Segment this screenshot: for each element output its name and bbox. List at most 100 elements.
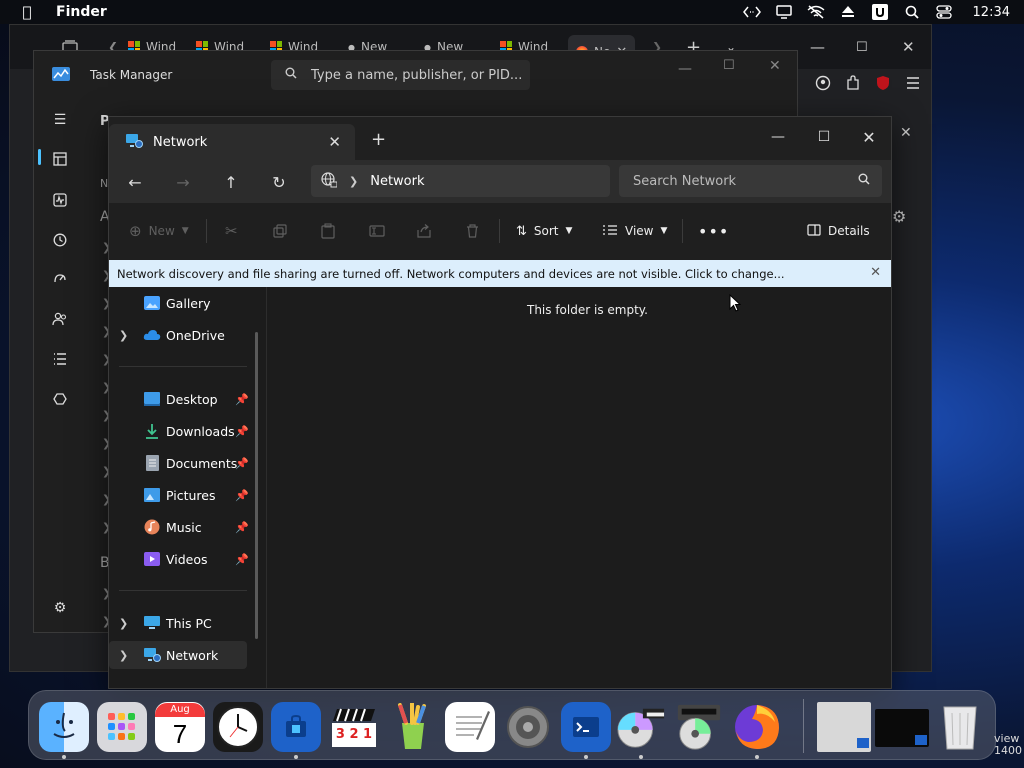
clock-app-icon[interactable] [213,702,263,752]
minimized-window-thumbnail[interactable] [875,709,929,747]
nav-item-desktop[interactable]: Desktop 📌 [109,385,249,413]
speaker-icon[interactable] [503,702,553,752]
explorer-tab[interactable]: Network ✕ [109,124,355,160]
hamburger-menu-icon[interactable]: ☰ [48,108,72,132]
dock-separator [803,699,804,753]
paste-icon[interactable] [321,220,335,242]
gear-icon[interactable]: ⚙ [892,207,906,226]
pin-icon[interactable]: 📌 [235,553,249,566]
minimize-icon[interactable]: — [810,35,825,59]
account-icon[interactable] [815,75,831,94]
search-input[interactable]: Search Network [619,165,882,197]
details-list-icon[interactable] [48,347,72,371]
pin-icon[interactable]: 📌 [235,521,249,534]
u-app-icon[interactable] [871,4,889,20]
cloud-icon [143,327,161,343]
eject-icon[interactable] [839,4,857,20]
refresh-icon[interactable]: ↻ [266,170,292,194]
trash-icon[interactable] [935,702,985,752]
task-manager-titlebar: Task Manager Type a name, publisher, or … [34,51,797,97]
network-discovery-info-bar[interactable]: Network discovery and file sharing are t… [109,260,891,287]
minimized-window-thumbnail[interactable] [817,702,871,752]
code-icon[interactable] [742,4,761,20]
close-icon[interactable]: ✕ [855,123,883,151]
maximize-icon[interactable]: ☐ [856,35,868,59]
details-pane-icon [807,223,821,239]
breadcrumb-network[interactable]: Network [370,174,424,189]
terminal-icon[interactable] [561,702,611,752]
search-icon[interactable] [903,4,921,20]
paint-brushes-icon[interactable] [387,702,437,752]
back-arrow-icon[interactable]: ← [122,170,148,194]
launchpad-icon[interactable] [97,702,147,752]
nav-item-onedrive[interactable]: ❯ OneDrive [109,321,249,349]
ublock-icon[interactable] [875,75,891,94]
up-arrow-icon[interactable]: ↑ [218,170,244,194]
more-options-icon[interactable]: ••• [698,220,729,242]
users-icon[interactable] [48,307,72,331]
address-bar[interactable]: ❯ Network [311,165,610,197]
browser-panel-close-icon[interactable]: ✕ [900,125,912,141]
forward-arrow-icon[interactable]: → [170,170,196,194]
disc-burner-icon[interactable] [616,702,666,752]
minimize-icon[interactable]: — [764,123,792,151]
nav-item-pictures[interactable]: Pictures 📌 [109,481,249,509]
new-tab-icon[interactable]: + [371,129,386,150]
delete-icon[interactable] [466,220,479,242]
pin-icon[interactable]: 📌 [235,489,249,502]
tab-close-icon[interactable]: ✕ [328,133,341,151]
firefox-icon[interactable] [732,702,782,752]
maximize-icon[interactable]: ☐ [723,58,735,73]
app-history-icon[interactable] [48,228,72,252]
calendar-icon[interactable]: Aug 7 [155,702,205,752]
nav-item-downloads[interactable]: Downloads 📌 [109,417,249,445]
menu-icon[interactable] [905,76,921,93]
share-icon[interactable] [417,220,431,242]
task-manager-search-input[interactable]: Type a name, publisher, or PID... [271,60,530,90]
new-button[interactable]: ⊕ New ▼ [129,220,189,242]
finder-icon[interactable] [39,702,89,752]
startup-apps-icon[interactable] [48,267,72,291]
display-icon[interactable] [775,4,793,20]
expand-chevron-icon[interactable]: ❯ [119,649,133,662]
control-center-icon[interactable] [935,4,953,20]
sort-button[interactable]: ⇅ Sort ▼ [516,220,572,242]
details-button[interactable]: Details [807,220,870,242]
view-button[interactable]: View ▼ [602,220,667,242]
cut-icon[interactable]: ✂ [225,220,238,242]
minimize-icon[interactable]: — [678,61,692,77]
rename-icon[interactable] [369,220,385,242]
dvd-player-icon[interactable] [674,702,724,752]
close-icon[interactable]: ✕ [870,265,881,280]
pin-icon[interactable]: 📌 [235,425,249,438]
performance-icon[interactable] [48,188,72,212]
active-app-name[interactable]: Finder [56,4,107,20]
menu-clock[interactable]: 12:34 [973,5,1010,20]
navigation-scrollbar[interactable] [255,332,258,639]
text-editor-icon[interactable] [445,702,495,752]
nav-item-label: Pictures [166,487,216,503]
nav-item-gallery[interactable]: Gallery [109,289,249,317]
expand-chevron-icon[interactable]: ❯ [119,329,133,342]
nav-item-this-pc[interactable]: ❯ This PC [109,609,249,637]
pin-icon[interactable]: 📌 [235,457,249,470]
close-icon[interactable]: ✕ [769,58,781,74]
maximize-icon[interactable]: ☐ [810,123,838,151]
breadcrumb-chevron-icon[interactable]: ❯ [349,175,358,188]
processes-icon[interactable] [48,147,72,171]
store-app-icon[interactable] [271,702,321,752]
expand-chevron-icon[interactable]: ❯ [119,617,133,630]
settings-gear-icon[interactable]: ⚙ [48,596,72,620]
apple-icon[interactable]:  [18,3,36,21]
pin-icon[interactable]: 📌 [235,393,249,406]
close-icon[interactable]: ✕ [902,35,915,59]
extensions-icon[interactable] [845,75,861,94]
wifi-off-icon[interactable] [807,4,825,20]
clapperboard-icon[interactable]: 3 2 1 [329,702,379,752]
copy-icon[interactable] [273,220,287,242]
nav-item-network[interactable]: ❯ Network [109,641,247,669]
nav-item-videos[interactable]: Videos 📌 [109,545,249,573]
nav-item-music[interactable]: Music 📌 [109,513,249,541]
nav-item-documents[interactable]: Documents 📌 [109,449,249,477]
services-icon[interactable] [48,387,72,411]
